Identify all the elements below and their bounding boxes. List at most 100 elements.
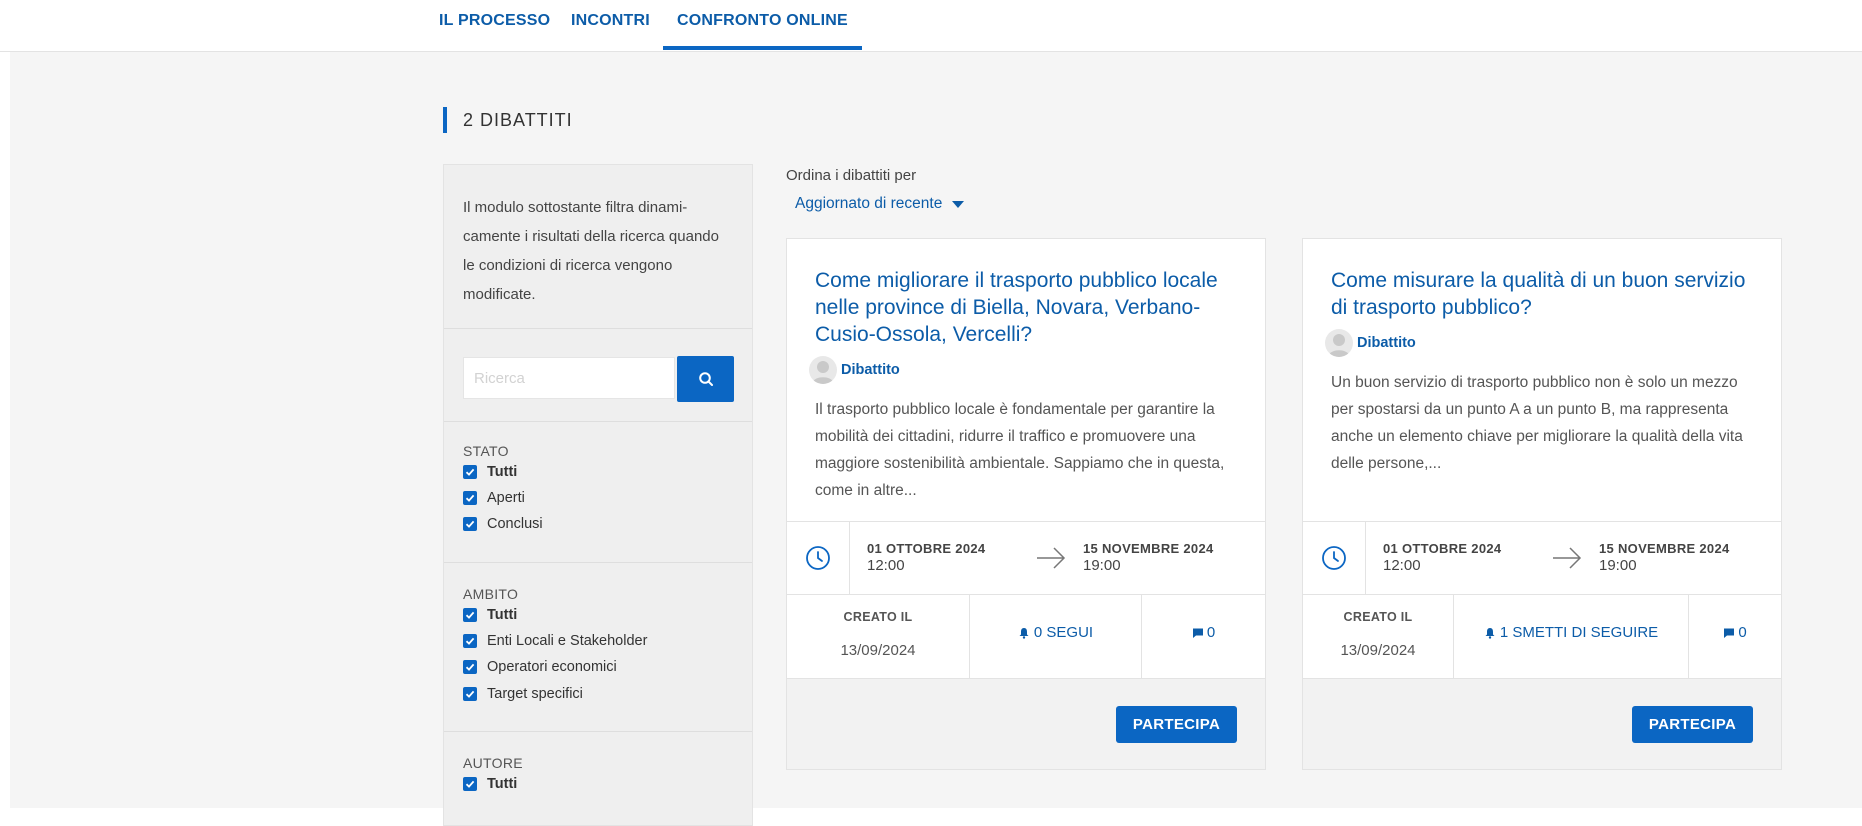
comment-icon — [1192, 628, 1203, 638]
debate-title-link[interactable]: Come migliorare il trasporto pubblico lo… — [815, 267, 1245, 348]
follow-button[interactable]: 0 SEGUI — [970, 624, 1141, 641]
card-footer: PARTECIPA — [1303, 679, 1781, 769]
checkbox-label: Tutti — [487, 464, 518, 480]
checkbox-label: Tutti — [487, 607, 518, 623]
filter-sidebar: Il modulo sottostante filtra dinami­came… — [443, 164, 753, 826]
bell-icon — [1485, 627, 1495, 639]
debate-description: Un buon servizio di trasporto pubblico n… — [1331, 374, 1743, 472]
checkbox-checked-icon[interactable] — [463, 660, 477, 674]
checkbox-label: Enti Locali e Stakeholder — [487, 633, 648, 649]
end-time: 19:00 — [1599, 557, 1637, 574]
checkbox-label: Operatori economici — [487, 659, 617, 675]
start-time: 12:00 — [867, 557, 905, 574]
unfollow-button[interactable]: 1 SMETTI DI SEGUIRE — [1454, 624, 1688, 641]
start-datetime: 01 OTTOBRE 2024 12:00 — [1383, 541, 1501, 574]
created-cell: CREATO IL 13/09/2024 — [787, 594, 970, 678]
checkbox-label: Tutti — [487, 776, 518, 792]
clock-icon — [1322, 546, 1346, 570]
search-input[interactable] — [463, 357, 675, 399]
divider — [444, 731, 752, 732]
filter-autore-tutti[interactable]: Tutti — [463, 774, 517, 794]
comments-cell: 0 — [1689, 594, 1781, 678]
comments-count: 0 — [1206, 624, 1216, 641]
filter-ambito-title: AMBITO — [463, 586, 519, 602]
filter-stato-conclusi[interactable]: Conclusi — [463, 514, 543, 534]
checkbox-checked-icon[interactable] — [463, 687, 477, 701]
comments-link[interactable]: 0 — [1689, 624, 1781, 641]
search-button[interactable] — [677, 356, 734, 402]
top-navigation: IL PROCESSO INCONTRI CONFRONTO ONLINE — [0, 0, 1862, 52]
checkbox-label: Target specifici — [487, 686, 583, 702]
divider — [444, 328, 752, 329]
clock-icon — [806, 546, 830, 570]
created-cell: CREATO IL 13/09/2024 — [1303, 594, 1454, 678]
end-datetime: 15 NOVEMBRE 2024 19:00 — [1599, 541, 1730, 574]
date-range: 01 OTTOBRE 2024 12:00 15 NOVEMBRE 2024 1… — [1303, 521, 1781, 595]
partecipa-button[interactable]: PARTECIPA — [1632, 706, 1753, 743]
debate-type-label: Dibattito — [1357, 335, 1416, 351]
search-icon — [698, 372, 713, 386]
tab-confronto-online[interactable]: CONFRONTO ONLINE — [663, 12, 862, 50]
partecipa-button[interactable]: PARTECIPA — [1116, 706, 1237, 743]
meta-row: CREATO IL 13/09/2024 0 SEGUI 0 — [787, 594, 1265, 679]
divider — [444, 562, 752, 563]
sort-dropdown[interactable]: Aggiornato di recente — [795, 195, 965, 213]
checkbox-label: Aperti — [487, 490, 525, 506]
checkbox-checked-icon[interactable] — [463, 634, 477, 648]
checkbox-label: Conclusi — [487, 516, 543, 532]
debate-card: Come migliorare il trasporto pubblico lo… — [786, 238, 1266, 770]
meta-row: CREATO IL 13/09/2024 1 SMETTI DI SEGUIRE… — [1303, 594, 1781, 679]
filter-stato-aperti[interactable]: Aperti — [463, 488, 525, 508]
end-time: 19:00 — [1083, 557, 1121, 574]
filter-stato-title: STATO — [463, 443, 509, 459]
tab-incontri[interactable]: INCONTRI — [571, 12, 650, 30]
unfollow-cell: 1 SMETTI DI SEGUIRE — [1454, 594, 1689, 678]
checkbox-checked-icon[interactable] — [463, 491, 477, 505]
checkbox-checked-icon[interactable] — [463, 517, 477, 531]
clock-cell — [1303, 522, 1366, 594]
sort-label: Ordina i dibattiti per — [786, 167, 917, 184]
tab-il-processo[interactable]: IL PROCESSO — [439, 12, 550, 30]
comment-icon — [1724, 628, 1735, 638]
divider — [444, 421, 752, 422]
comments-cell: 0 — [1142, 594, 1265, 678]
bell-icon — [1019, 627, 1029, 639]
comments-count: 0 — [1738, 624, 1747, 641]
filter-autore-title: AUTORE — [463, 755, 523, 771]
follow-cell: 0 SEGUI — [970, 594, 1142, 678]
checkbox-checked-icon[interactable] — [463, 465, 477, 479]
filter-intro-text: Il modulo sottostante filtra dinami­came… — [463, 199, 719, 303]
debate-card: Come misurare la qualità di un buon serv… — [1302, 238, 1782, 770]
filter-ambito-tutti[interactable]: Tutti — [463, 605, 517, 625]
card-footer: PARTECIPA — [787, 679, 1265, 769]
caret-down-icon — [952, 201, 965, 208]
checkbox-checked-icon[interactable] — [463, 608, 477, 622]
arrow-right-icon — [1037, 547, 1066, 569]
start-date: 01 OTTOBRE 2024 — [1383, 541, 1502, 556]
start-time: 12:00 — [1383, 557, 1421, 574]
follow-label: 1 SMETTI DI SEGUIRE — [1499, 624, 1659, 641]
arrow-right-icon — [1553, 547, 1582, 569]
debate-type-label: Dibattito — [841, 362, 900, 378]
created-label: CREATO IL — [843, 610, 913, 624]
created-date: 13/09/2024 — [840, 642, 916, 659]
created-date: 13/09/2024 — [1340, 642, 1416, 659]
filter-ambito-enti-locali[interactable]: Enti Locali e Stakeholder — [463, 631, 647, 651]
debate-type[interactable]: Dibattito — [809, 356, 900, 384]
filter-ambito-operatori[interactable]: Operatori economici — [463, 657, 617, 677]
comments-link[interactable]: 0 — [1142, 624, 1265, 641]
debate-description: Il trasporto pubblico locale è fondament… — [815, 401, 1225, 499]
debate-type[interactable]: Dibattito — [1325, 329, 1416, 357]
sort-selected-value: Aggiornato di recente — [795, 195, 943, 212]
date-range: 01 OTTOBRE 2024 12:00 15 NOVEMBRE 2024 1… — [787, 521, 1265, 595]
debate-title-link[interactable]: Come misurare la qualità di un buon serv… — [1331, 267, 1761, 321]
section-title: 2 DIBATTITI — [443, 107, 573, 133]
checkbox-checked-icon[interactable] — [463, 777, 477, 791]
filter-stato-tutti[interactable]: Tutti — [463, 462, 517, 482]
end-date: 15 NOVEMBRE 2024 — [1083, 541, 1214, 556]
follow-label: 0 SEGUI — [1033, 624, 1094, 641]
filter-ambito-target[interactable]: Target specifici — [463, 684, 583, 704]
avatar-icon — [809, 356, 837, 384]
created-label: CREATO IL — [1343, 610, 1413, 624]
end-datetime: 15 NOVEMBRE 2024 19:00 — [1083, 541, 1214, 574]
